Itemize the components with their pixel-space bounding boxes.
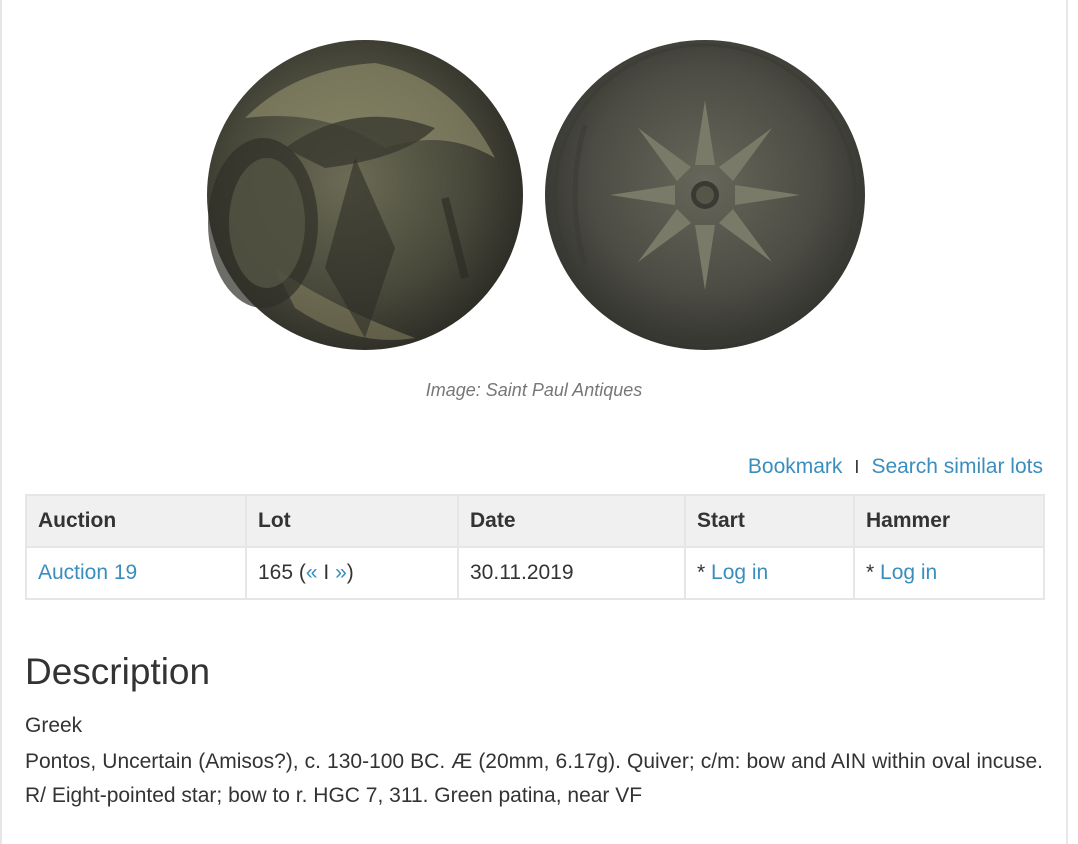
description-heading: Description — [25, 651, 211, 692]
lot-number: 165 — [258, 561, 294, 584]
lot-nav-separator: I — [317, 561, 336, 584]
description-text: Pontos, Uncertain (Amisos?), c. 130-100 … — [25, 750, 1043, 807]
start-cell: * Log in — [684, 546, 855, 600]
next-lot-link[interactable]: » — [335, 561, 347, 584]
date-cell: 30.11.2019 — [457, 546, 686, 600]
hammer-login-link[interactable]: Log in — [880, 561, 937, 584]
coin-obverse — [207, 40, 523, 350]
page-right-border — [1066, 0, 1068, 844]
lot-nav-open: ( — [293, 561, 306, 584]
lot-table: Auction Lot Date Start Hammer Auction 19… — [25, 494, 1045, 600]
coin-image[interactable] — [205, 38, 865, 358]
search-similar-lots-link[interactable]: Search similar lots — [871, 455, 1043, 479]
description-section: Description Greek Pontos, Uncertain (Ami… — [25, 650, 1043, 813]
auction-cell: Auction 19 — [25, 546, 247, 600]
lot-actions: Bookmark I Search similar lots — [748, 455, 1043, 479]
header-start: Start — [684, 494, 855, 548]
start-prefix: * — [697, 561, 712, 584]
header-date: Date — [457, 494, 686, 548]
bookmark-link[interactable]: Bookmark — [748, 455, 843, 479]
actions-separator: I — [854, 456, 860, 477]
header-hammer: Hammer — [853, 494, 1045, 548]
lot-cell: 165 (« I ») — [245, 546, 459, 600]
image-credit: Image: Saint Paul Antiques — [425, 380, 643, 400]
table-row: Auction 19 165 (« I ») 30.11.2019 * Log … — [25, 546, 1045, 600]
previous-lot-link[interactable]: « — [306, 561, 318, 584]
header-lot: Lot — [245, 494, 459, 548]
page-left-border — [0, 0, 2, 844]
lot-nav-close: ) — [346, 561, 354, 584]
description-category: Greek — [25, 714, 83, 737]
coin-reverse — [545, 40, 865, 350]
auction-link[interactable]: Auction 19 — [38, 561, 137, 584]
hammer-cell: * Log in — [853, 546, 1045, 600]
hammer-prefix: * — [866, 561, 881, 584]
header-auction: Auction — [25, 494, 247, 548]
start-login-link[interactable]: Log in — [711, 561, 768, 584]
table-header-row: Auction Lot Date Start Hammer — [25, 494, 1045, 548]
